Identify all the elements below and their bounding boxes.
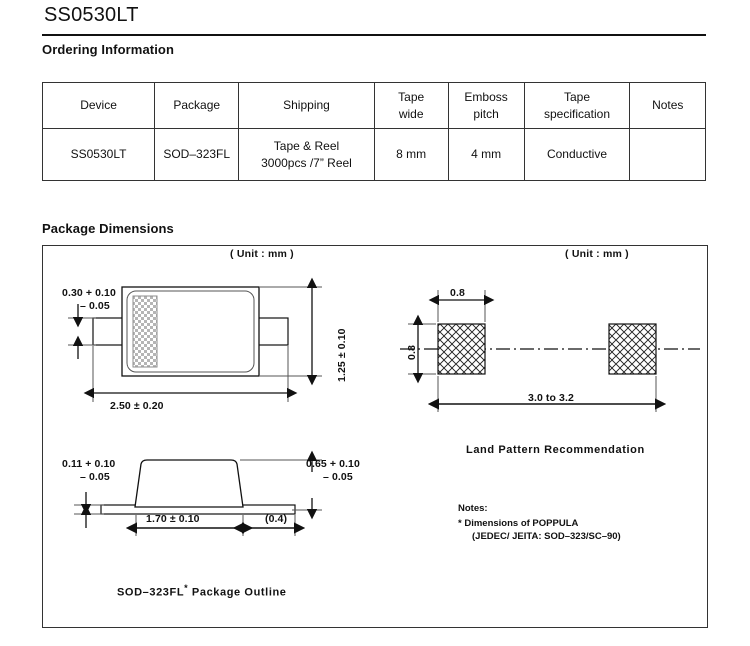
dim-body-length: 1.70 ± 0.10 — [146, 513, 200, 525]
column-header-device-label: Device — [80, 98, 117, 113]
dim-pad-height: 0.8 — [406, 345, 418, 360]
datasheet-page: SS0530LT Ordering Information Device Pac… — [0, 0, 750, 646]
cell-device: SS0530LT — [41, 128, 156, 181]
dim-lead-width-line2: – 0.05 — [80, 300, 110, 312]
column-header-notes-label: Notes — [652, 98, 684, 113]
notes-line1-text: Dimensions of POPPULA — [464, 518, 579, 529]
dim-lead-length: (0.4) — [265, 513, 288, 525]
lead-right-topview — [255, 317, 289, 346]
page-title: SS0530LT — [44, 4, 139, 26]
land-pad-left — [437, 323, 486, 375]
cell-shipping: Tape & Reel 3000pcs /7” Reel — [238, 128, 375, 181]
cell-notes — [629, 128, 706, 181]
column-header-shipping: Shipping — [238, 82, 375, 129]
cell-package: SOD–323FL — [154, 128, 240, 181]
column-header-emboss-pitch: Emboss pitch — [447, 82, 525, 129]
notes-line2: (JEDEC/ JEITA: SOD–323/SC–90) — [472, 531, 621, 542]
side-view-caption-tail: Package Outline — [188, 586, 287, 599]
package-body-sideview — [134, 459, 244, 508]
table-header-row: Device Package Shipping Tape wide Emboss… — [41, 82, 706, 129]
column-header-emboss-pitch-line2: pitch — [473, 106, 499, 121]
side-view-caption: SOD–323FL* Package Outline — [117, 583, 287, 599]
lead-left-topview — [92, 317, 126, 346]
dim-body-height-sideview-line2: – 0.05 — [323, 471, 353, 483]
column-header-tape-specification-line1: Tape — [563, 90, 591, 105]
dim-body-height-sideview-line1: 0.65 + 0.10 — [306, 458, 360, 470]
dim-lead-width-line1: 0.30 + 0.10 — [62, 287, 116, 299]
notes-line1-mark: * — [458, 518, 462, 529]
land-pad-right — [608, 323, 657, 375]
column-header-shipping-label: Shipping — [283, 98, 330, 113]
column-header-device: Device — [41, 82, 156, 129]
column-header-package: Package — [154, 82, 240, 129]
column-header-tape-wide-line2: wide — [398, 106, 424, 121]
column-header-tape-wide-line1: Tape — [398, 90, 425, 105]
column-header-tape-specification: Tape specification — [523, 82, 631, 129]
side-view-caption-main: SOD–323FL — [117, 586, 185, 599]
title-divider — [42, 34, 706, 36]
package-dimensions-heading: Package Dimensions — [42, 221, 174, 236]
unit-label-right: ( Unit : mm ) — [565, 248, 629, 260]
ordering-information-heading: Ordering Information — [42, 42, 174, 57]
cell-shipping-line2: 3000pcs /7” Reel — [261, 155, 352, 170]
land-pattern-caption: Land Pattern Recommendation — [466, 444, 645, 456]
notes-label: Notes: — [458, 503, 488, 514]
dim-body-height-topview: 1.25 ± 0.10 — [336, 328, 348, 382]
cell-emboss-pitch: 4 mm — [447, 128, 525, 181]
dim-pad-width: 0.8 — [450, 287, 465, 299]
ordering-information-table: Device Package Shipping Tape wide Emboss… — [41, 82, 706, 181]
column-header-package-label: Package — [173, 98, 221, 113]
column-header-tape-specification-line2: specification — [543, 106, 611, 121]
table-row: SS0530LT SOD–323FL Tape & Reel 3000pcs /… — [41, 128, 706, 181]
dim-lead-thickness-line2: – 0.05 — [80, 471, 110, 483]
cathode-band — [132, 295, 158, 368]
column-header-emboss-pitch-line1: Emboss — [464, 90, 508, 105]
column-header-notes: Notes — [629, 82, 706, 129]
cell-tape-wide: 8 mm — [373, 128, 449, 181]
cell-shipping-line1: Tape & Reel — [273, 139, 340, 154]
dim-lead-thickness-line1: 0.11 + 0.10 — [62, 458, 116, 470]
notes-line1: * Dimensions of POPPULA — [458, 518, 578, 529]
dim-span: 3.0 to 3.2 — [528, 392, 574, 404]
column-header-tape-wide: Tape wide — [373, 82, 449, 129]
cell-tape-specification: Conductive — [523, 128, 631, 181]
unit-label-left: ( Unit : mm ) — [230, 248, 294, 260]
dim-total-length: 2.50 ± 0.20 — [110, 400, 164, 412]
